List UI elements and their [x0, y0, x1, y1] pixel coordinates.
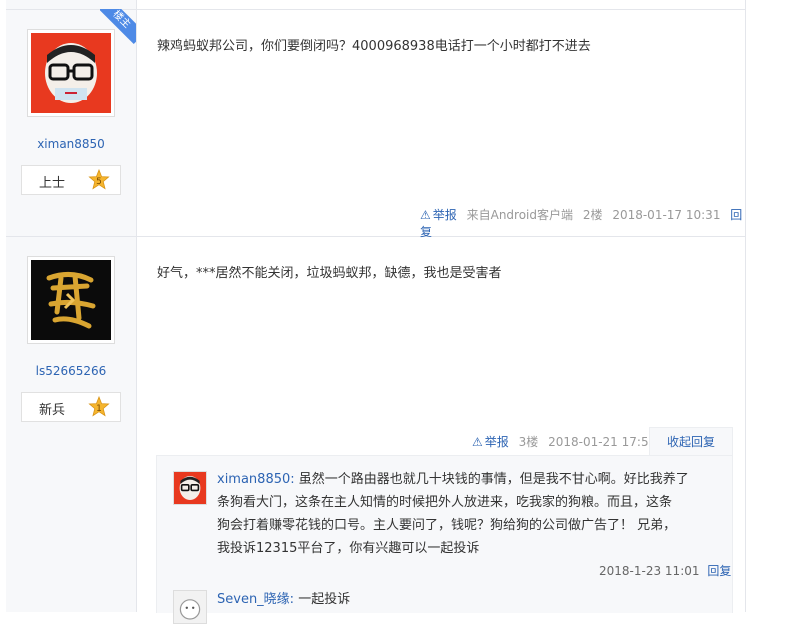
post-tail: ⚠ 举报 3楼 2018-01-21 17:58 [472, 433, 656, 450]
svg-text:5: 5 [96, 177, 102, 187]
post-time: 2018-01-17 10:31 [612, 208, 721, 222]
username-link[interactable]: ximan8850 [6, 137, 136, 151]
post-floor: 3楼 [518, 435, 539, 449]
report-link[interactable]: ⚠ 举报 [472, 435, 509, 449]
reply-avatar[interactable] [173, 590, 207, 624]
avatar-image [31, 260, 111, 340]
page-border [745, 0, 746, 612]
avatar[interactable] [27, 256, 115, 344]
reply-tail: 2018-1-23 11:01 回复 [599, 562, 731, 579]
post-content: 辣鸡蚂蚁邦公司，你们要倒闭吗？4000968938电话打一个小时都打不进去 [157, 39, 591, 54]
level-label: 新兵 [39, 403, 66, 418]
level-label: 上士 [39, 176, 66, 191]
reply-link[interactable]: 回复 [707, 564, 731, 578]
reply-username[interactable]: ximan8850: [217, 472, 295, 487]
post-content: 好气，***居然不能关闭，垃圾蚂蚁邦，缺德，我也是受害者 [157, 266, 502, 281]
level-star-icon: 5 [88, 169, 110, 190]
post-tail: ⚠ 举报 来自Android客户端 2楼 2018-01-17 10:31 回复 [420, 206, 746, 240]
post-floor: 2楼 [582, 208, 603, 222]
reply-content: ximan8850: 虽然一个路由器也就几十块钱的事情，但是我不甘心啊。好比我养… [217, 472, 689, 556]
reply-box: ximan8850: 虽然一个路由器也就几十块钱的事情，但是我不甘心啊。好比我养… [156, 455, 733, 624]
level-star-icon: 1 [88, 396, 110, 417]
username-link[interactable]: ls52665266 [6, 364, 136, 378]
collapse-replies-button[interactable]: 收起回复 [649, 427, 733, 456]
avatar[interactable] [27, 29, 115, 117]
reply-avatar[interactable] [173, 471, 207, 505]
post-source: 来自Android客户端 [466, 208, 574, 222]
reply-time: 2018-1-23 11:01 [599, 564, 700, 578]
user-level: 新兵 1 [21, 392, 121, 422]
reply-content: Seven_晓缘: 一起投诉 [217, 592, 351, 607]
user-level: 上士 5 [21, 165, 121, 195]
reply-username[interactable]: Seven_晓缘: [217, 592, 294, 607]
post-time: 2018-01-21 17:58 [548, 435, 657, 449]
report-link[interactable]: ⚠ 举报 [420, 208, 457, 222]
svg-text:1: 1 [96, 404, 102, 414]
thread-page: 楼主 ximan8850 上士 5 辣鸡蚂蚁邦公司，你们要倒闭吗？4000968… [0, 0, 746, 624]
avatar-image [31, 33, 111, 113]
